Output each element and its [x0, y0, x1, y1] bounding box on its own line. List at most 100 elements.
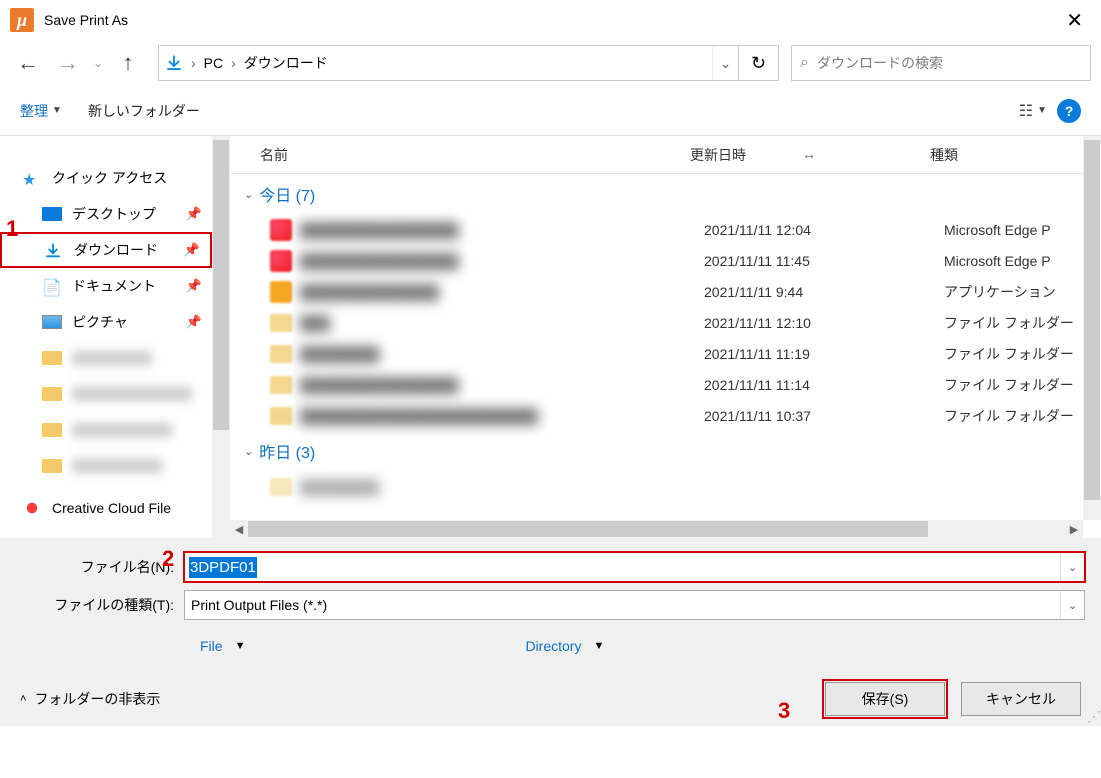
- file-row[interactable]: ████████████████████████2021/11/11 10:37…: [244, 400, 1101, 431]
- sidebar-item-creative-cloud[interactable]: Creative Cloud File: [0, 490, 212, 526]
- breadcrumb-root[interactable]: PC: [198, 55, 229, 71]
- scrollbar-thumb[interactable]: [213, 140, 229, 430]
- breadcrumb-sep-icon: ›: [229, 55, 238, 71]
- file-icon: [270, 281, 292, 303]
- file-scrollbar-h[interactable]: ◀ ▶: [230, 520, 1083, 538]
- folder-icon: [270, 345, 292, 363]
- app-icon: [10, 8, 34, 32]
- filetype-value: Print Output Files (*.*): [185, 597, 1060, 613]
- file-icon: [270, 250, 292, 272]
- scroll-left-icon[interactable]: ◀: [230, 523, 248, 536]
- chevron-up-icon: ˄: [20, 693, 26, 705]
- file-row[interactable]: ███2021/11/11 12:10ファイル フォルダー: [244, 307, 1101, 338]
- sidebar-item-folder[interactable]: [0, 376, 212, 412]
- sidebar-item-documents[interactable]: ドキュメント 📌: [0, 268, 212, 304]
- column-name[interactable]: 名前: [260, 145, 690, 165]
- save-button[interactable]: 保存(S): [825, 682, 945, 716]
- filename-field[interactable]: 3DPDF01 ⌄: [184, 552, 1085, 582]
- chevron-down-icon: ⌄: [244, 188, 253, 201]
- pictures-icon: [42, 315, 62, 329]
- scroll-right-icon[interactable]: ▶: [1065, 523, 1083, 536]
- file-row[interactable]: ████████████████2021/11/11 11:14ファイル フォル…: [244, 369, 1101, 400]
- directory-dropdown[interactable]: Directory▼: [525, 638, 604, 654]
- folder-icon: [42, 387, 62, 401]
- pin-icon: 📌: [186, 278, 202, 294]
- sidebar-item-pictures[interactable]: ピクチャ 📌: [0, 304, 212, 340]
- group-yesterday[interactable]: ⌄ 昨日 (3): [244, 431, 1101, 471]
- folder-icon: [270, 478, 292, 496]
- group-today[interactable]: ⌄ 今日 (7): [244, 174, 1101, 214]
- filename-dropdown[interactable]: ⌄: [1060, 553, 1084, 581]
- file-icon: [270, 219, 292, 241]
- file-list: 名前 更新日時 種類 ↔ ⌄ 今日 (7) ████████████████20…: [230, 136, 1101, 538]
- up-button[interactable]: ↑: [110, 45, 146, 81]
- chevron-down-icon: ⌄: [244, 445, 253, 458]
- file-row[interactable]: ████████: [244, 471, 1101, 502]
- filename-label: ファイル名(N):: [16, 557, 184, 577]
- file-row[interactable]: ████████████████2021/11/11 11:45Microsof…: [244, 245, 1101, 276]
- filetype-label: ファイルの種類(T):: [16, 595, 184, 615]
- new-folder-button[interactable]: 新しいフォルダー: [88, 101, 200, 121]
- sidebar-scrollbar[interactable]: [212, 136, 230, 538]
- document-icon: [42, 278, 62, 294]
- window-title: Save Print As: [44, 12, 128, 28]
- nav-row: ← → ⌄ ↑ › PC › ダウンロード ⌄ ↻ ⌕ ダウンロードの検索: [0, 40, 1101, 86]
- folder-icon: [42, 351, 62, 365]
- sidebar-item-folder[interactable]: [0, 448, 212, 484]
- scrollbar-thumb[interactable]: [1084, 140, 1100, 500]
- history-dropdown[interactable]: ⌄: [90, 45, 106, 81]
- download-icon: [44, 242, 64, 258]
- annotation-1: 1: [6, 216, 18, 242]
- folder-icon: [270, 314, 292, 332]
- sidebar-item-folder[interactable]: [0, 340, 212, 376]
- file-row[interactable]: ████████2021/11/11 11:19ファイル フォルダー: [244, 338, 1101, 369]
- column-headers: 名前 更新日時 種類 ↔: [230, 136, 1101, 174]
- file-row[interactable]: ██████████████2021/11/11 9:44アプリケーション: [244, 276, 1101, 307]
- file-row[interactable]: ████████████████2021/11/11 12:04Microsof…: [244, 214, 1101, 245]
- cancel-button[interactable]: キャンセル: [961, 682, 1081, 716]
- star-icon: [22, 170, 42, 186]
- downloads-folder-icon: [159, 46, 189, 80]
- folder-icon: [42, 423, 62, 437]
- column-resize-icon[interactable]: ↔: [802, 146, 816, 162]
- creative-cloud-icon: [22, 500, 42, 516]
- forward-button[interactable]: →: [50, 45, 86, 81]
- column-type[interactable]: 種類: [930, 145, 1101, 165]
- file-scrollbar-v[interactable]: [1083, 136, 1101, 520]
- back-button[interactable]: ←: [10, 45, 46, 81]
- filetype-dropdown[interactable]: ⌄: [1060, 591, 1084, 619]
- sidebar-quick-access[interactable]: クイック アクセス: [0, 160, 212, 196]
- folder-icon: [42, 459, 62, 473]
- folder-icon: [270, 407, 292, 425]
- address-dropdown[interactable]: ⌄: [712, 46, 738, 80]
- address-bar[interactable]: › PC › ダウンロード ⌄ ↻: [158, 45, 779, 81]
- annotation-3: 3: [778, 698, 790, 724]
- sidebar-item-folder[interactable]: [0, 412, 212, 448]
- desktop-icon: [42, 207, 62, 221]
- breadcrumb-sep-icon: ›: [189, 55, 198, 71]
- help-button[interactable]: ?: [1057, 99, 1081, 123]
- pin-icon: 📌: [184, 242, 200, 258]
- breadcrumb-current[interactable]: ダウンロード: [238, 53, 334, 73]
- sidebar-item-downloads[interactable]: ダウンロード 📌: [0, 232, 212, 268]
- scrollbar-thumb[interactable]: [248, 521, 928, 537]
- filename-value: 3DPDF01: [189, 557, 257, 578]
- navigation-pane: クイック アクセス デスクトップ 📌 ダウンロード 📌 ドキュメント 📌: [0, 136, 212, 538]
- pin-icon: 📌: [186, 206, 202, 222]
- main-area: クイック アクセス デスクトップ 📌 ダウンロード 📌 ドキュメント 📌: [0, 136, 1101, 538]
- title-bar: Save Print As ✕: [0, 0, 1101, 40]
- search-placeholder: ダウンロードの検索: [817, 53, 943, 73]
- hide-folders-toggle[interactable]: ˄ フォルダーの非表示: [20, 689, 160, 709]
- close-button[interactable]: ✕: [1058, 8, 1091, 33]
- view-mode-button[interactable]: ☷▼: [1019, 101, 1047, 121]
- organize-menu[interactable]: 整理▼: [20, 101, 62, 121]
- search-box[interactable]: ⌕ ダウンロードの検索: [791, 45, 1091, 81]
- file-dropdown[interactable]: File▼: [200, 638, 245, 654]
- pin-icon: 📌: [186, 314, 202, 330]
- filetype-field[interactable]: Print Output Files (*.*) ⌄: [184, 590, 1085, 620]
- folder-icon: [270, 376, 292, 394]
- sidebar-item-desktop[interactable]: デスクトップ 📌: [0, 196, 212, 232]
- resize-grip[interactable]: ⋰: [1087, 712, 1099, 724]
- toolbar: 整理▼ 新しいフォルダー ☷▼ ?: [0, 86, 1101, 136]
- refresh-button[interactable]: ↻: [738, 46, 778, 80]
